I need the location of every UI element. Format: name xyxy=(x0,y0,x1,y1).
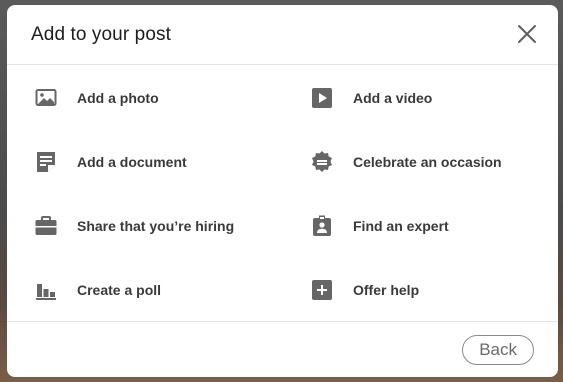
share-hiring-option[interactable]: Share that you’re hiring xyxy=(34,206,234,246)
photo-icon xyxy=(34,86,58,110)
add-photo-option[interactable]: Add a photo xyxy=(34,78,159,118)
celebrate-icon xyxy=(310,150,334,174)
back-button[interactable]: Back xyxy=(462,335,534,365)
option-label: Celebrate an occasion xyxy=(353,154,502,170)
modal-title: Add to your post xyxy=(31,23,171,45)
option-label: Share that you’re hiring xyxy=(77,218,235,234)
poll-icon xyxy=(34,278,58,302)
video-icon xyxy=(310,86,334,110)
expert-icon xyxy=(310,214,334,238)
option-label: Add a photo xyxy=(77,90,159,106)
briefcase-icon xyxy=(34,214,58,238)
option-label: Add a video xyxy=(353,90,433,106)
close-icon xyxy=(518,25,536,43)
find-expert-option[interactable]: Find an expert xyxy=(310,206,449,246)
option-label: Find an expert xyxy=(353,218,449,234)
add-video-option[interactable]: Add a video xyxy=(310,78,432,118)
document-icon xyxy=(34,150,58,174)
option-label: Offer help xyxy=(353,282,420,298)
offer-help-option[interactable]: Offer help xyxy=(310,270,419,310)
modal-header: Add to your post xyxy=(7,5,558,65)
option-label: Add a document xyxy=(77,154,187,170)
celebrate-occasion-option[interactable]: Celebrate an occasion xyxy=(310,142,502,182)
add-to-post-modal: Add to your post Add a photo Add a video… xyxy=(7,5,558,377)
option-label: Create a poll xyxy=(77,282,162,298)
plus-icon xyxy=(310,278,334,302)
options-grid: Add a photo Add a video Add a document C… xyxy=(7,65,558,321)
modal-footer: Back xyxy=(7,321,558,377)
add-document-option[interactable]: Add a document xyxy=(34,142,187,182)
close-button[interactable] xyxy=(515,22,539,46)
create-poll-option[interactable]: Create a poll xyxy=(34,270,161,310)
